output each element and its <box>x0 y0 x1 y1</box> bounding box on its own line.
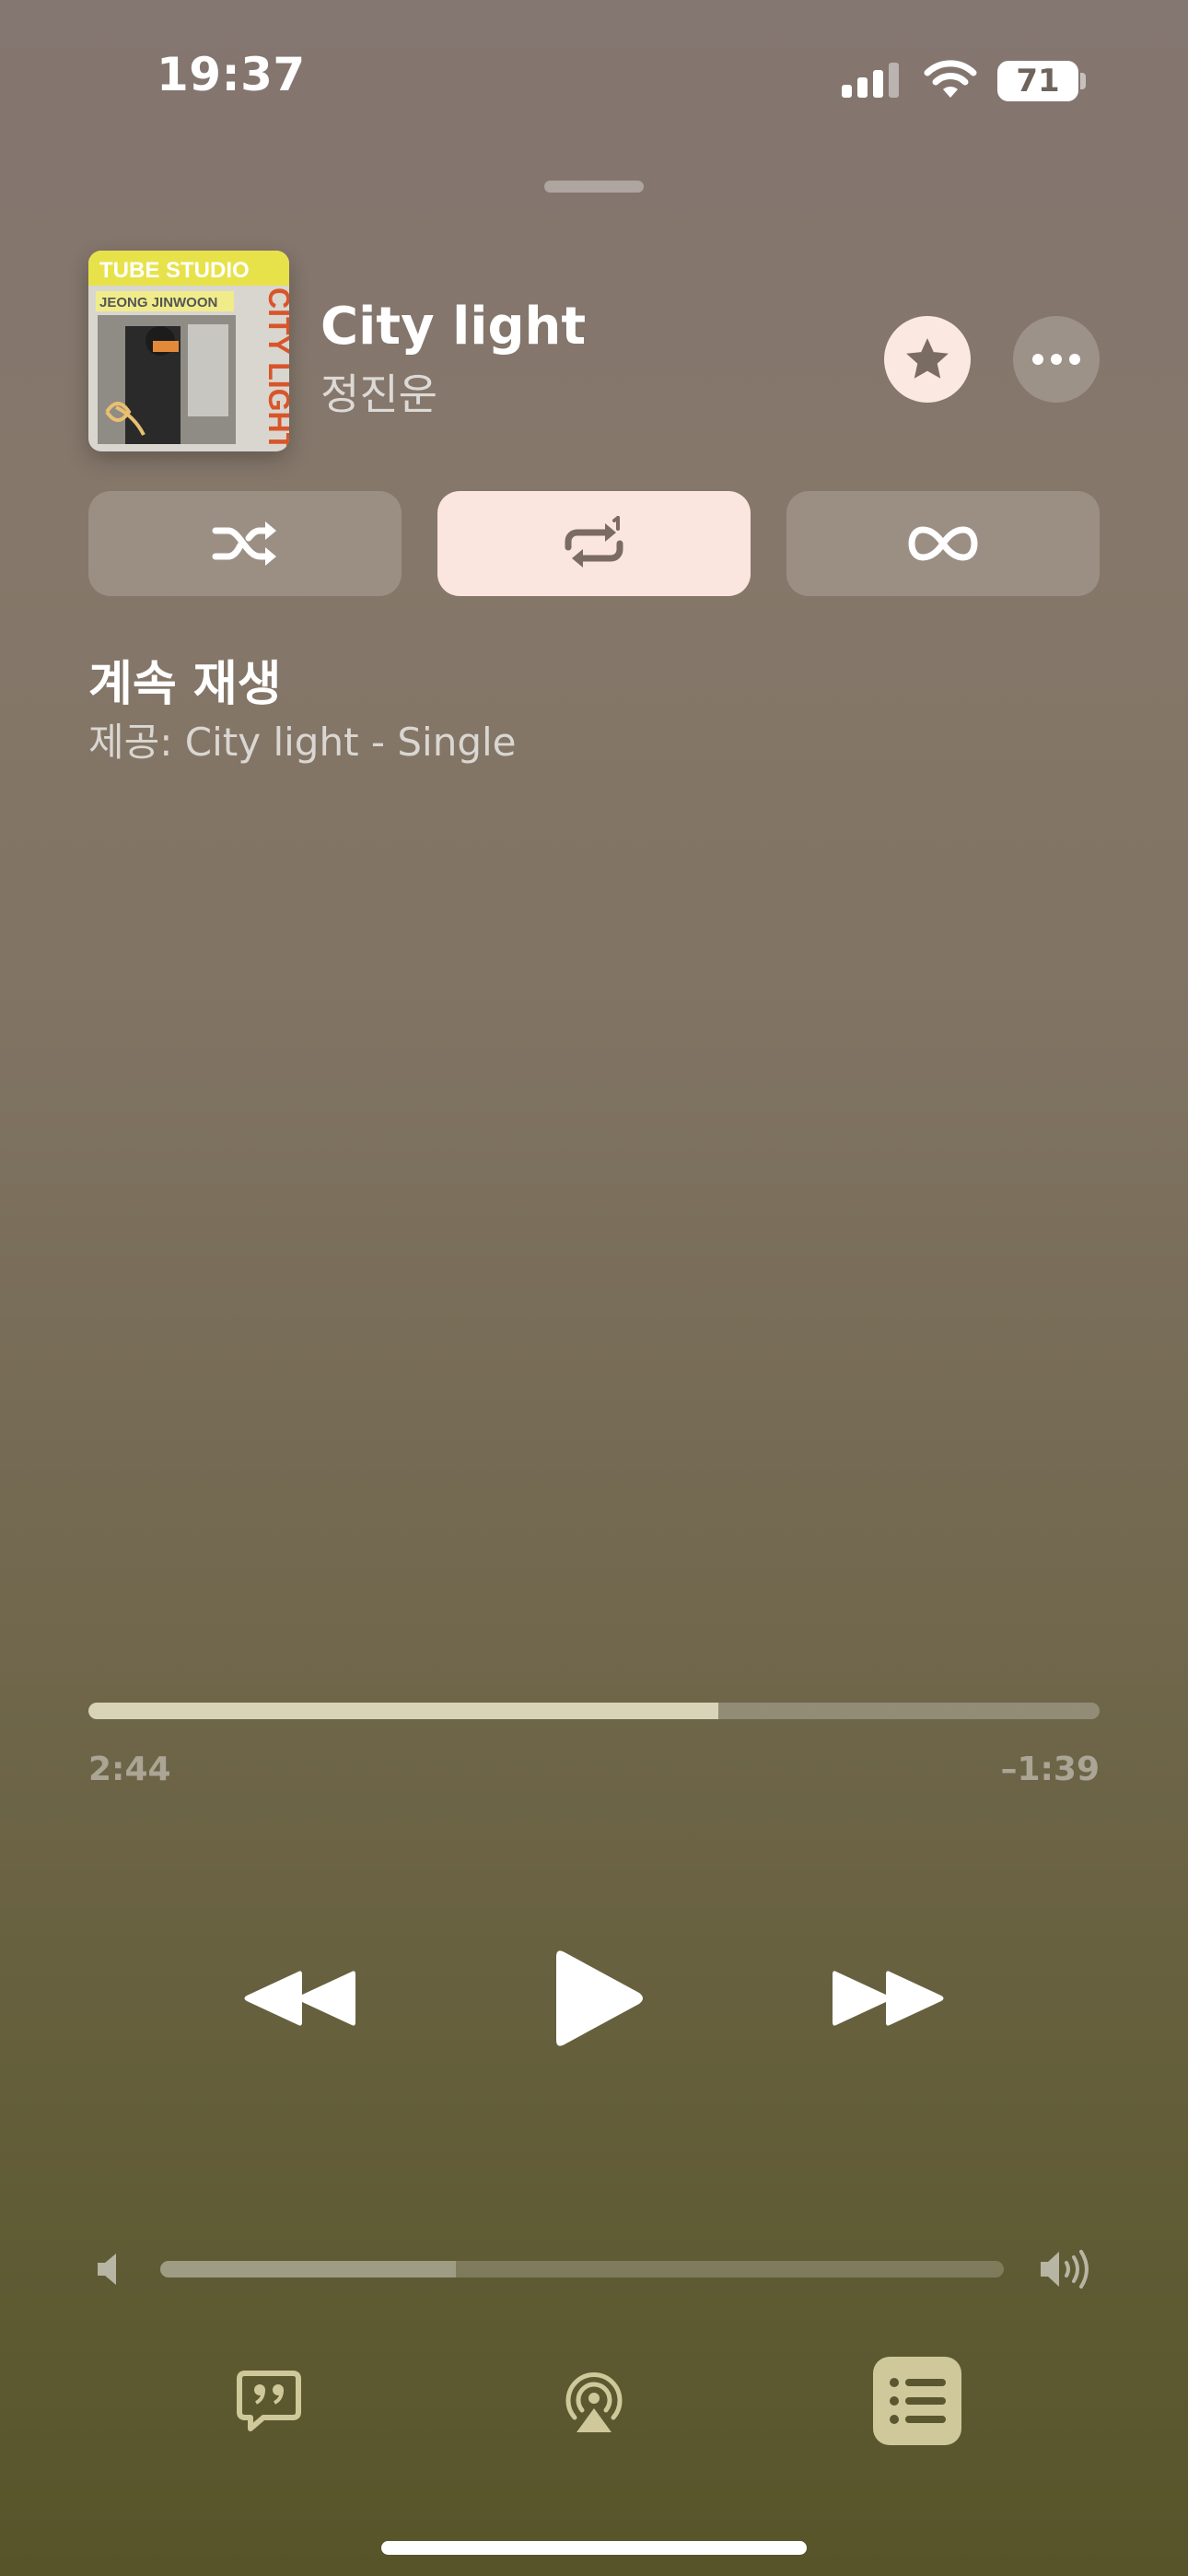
airplay-button[interactable] <box>562 2366 626 2438</box>
home-indicator[interactable] <box>381 2541 807 2555</box>
volume-low-icon <box>98 2254 116 2285</box>
remaining-time: –1:39 <box>1000 1751 1100 1788</box>
autoplay-button[interactable] <box>786 491 1100 596</box>
elapsed-time: 2:44 <box>88 1751 171 1788</box>
cellular-signal-icon <box>842 63 899 98</box>
play-icon <box>556 1950 643 2046</box>
queue-button[interactable] <box>873 2357 961 2445</box>
shuffle-button[interactable] <box>88 491 402 596</box>
autoplay-source: 제공: City light - Single <box>88 720 517 765</box>
lyrics-button[interactable] <box>236 2368 302 2438</box>
play-button[interactable] <box>551 1948 646 2049</box>
shuffle-icon <box>212 521 276 566</box>
battery-tip <box>1080 73 1086 89</box>
fast-forward-button[interactable] <box>833 1968 949 2029</box>
status-time: 19:37 <box>157 48 306 101</box>
artist-name[interactable]: 정진운 <box>320 361 437 422</box>
star-icon <box>906 338 949 379</box>
playback-progress-fill <box>88 1703 719 1719</box>
fast-forward-icon <box>833 1971 944 2026</box>
volume-slider-fill <box>160 2261 456 2277</box>
volume-high-icon <box>1041 2250 1089 2289</box>
playback-scrubber[interactable] <box>88 1703 1100 1719</box>
artwork-title-text: CITY LIGHT <box>262 287 289 451</box>
song-title[interactable]: City light <box>320 297 586 357</box>
artwork-artist-text: JEONG JINWOON <box>99 295 217 310</box>
favorite-button[interactable] <box>884 316 971 403</box>
ellipsis-icon <box>1032 354 1080 365</box>
infinity-icon <box>908 526 978 561</box>
queue-icon <box>890 2378 946 2424</box>
volume-slider[interactable] <box>160 2261 1004 2277</box>
rewind-button[interactable] <box>241 1968 357 2029</box>
more-options-button[interactable] <box>1013 316 1100 403</box>
artwork-studio-text: TUBE STUDIO <box>99 258 250 283</box>
autoplay-heading: 계속 재생 <box>88 657 282 712</box>
repeat-one-icon <box>565 516 623 568</box>
sheet-grabber[interactable] <box>544 181 644 193</box>
album-artwork[interactable]: TUBE STUDIO JEONG JINWOON CITY LIGHT <box>88 251 289 451</box>
wifi-icon <box>924 60 977 98</box>
airplay-icon <box>565 2371 623 2432</box>
battery-icon: 71 <box>997 61 1078 101</box>
battery-level: 71 <box>1016 63 1060 100</box>
lyrics-icon <box>237 2371 301 2431</box>
rewind-icon <box>244 1971 355 2026</box>
repeat-one-button[interactable] <box>437 491 751 596</box>
